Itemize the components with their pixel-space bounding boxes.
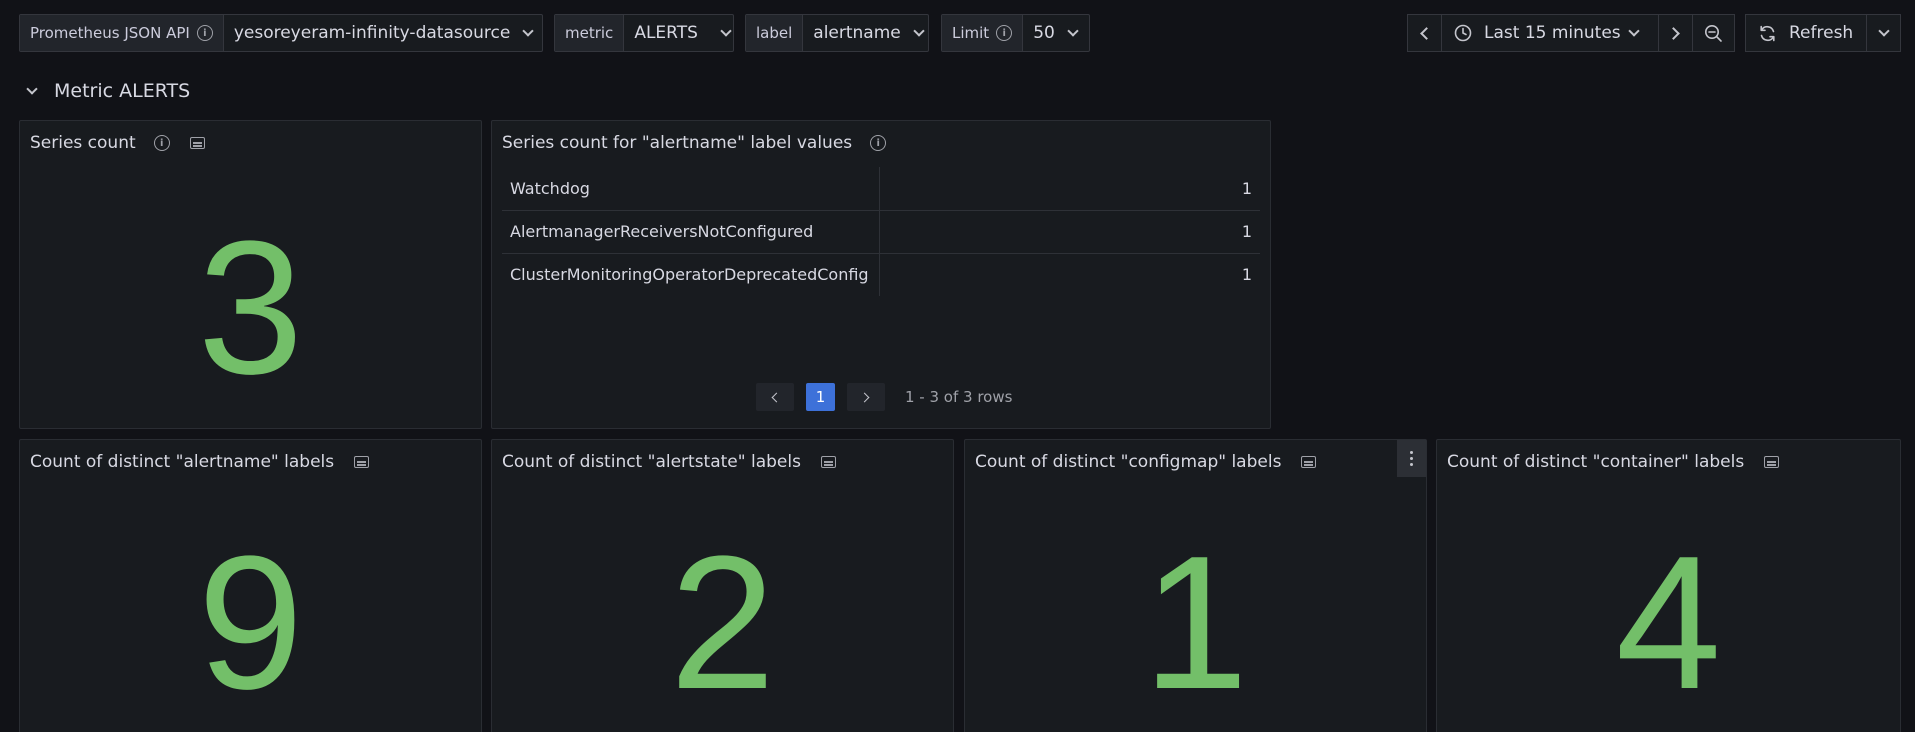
stat-value: 1: [1142, 517, 1249, 729]
chevron-down-icon: [1067, 25, 1079, 37]
document-icon[interactable]: [189, 137, 205, 149]
panel-configmap-count: Count of distinct "configmap" labels 1: [964, 439, 1427, 732]
pagination: 1 1 - 3 of 3 rows: [756, 383, 1012, 411]
chevron-left-icon: [771, 392, 782, 402]
zoom-out-button[interactable]: [1692, 14, 1735, 52]
panel-title: Count of distinct "alertstate" labels: [502, 452, 836, 472]
variable-limit-select[interactable]: 50: [1023, 15, 1087, 51]
chevron-down-icon: [913, 25, 925, 37]
table-cell-count: 1: [879, 210, 1260, 254]
refresh-interval-dropdown[interactable]: [1866, 14, 1901, 52]
chevron-right-icon: [1667, 26, 1680, 40]
info-icon[interactable]: i: [870, 135, 887, 151]
panel-title: Series count for "alertname" label value…: [502, 133, 887, 153]
refresh-button[interactable]: Refresh: [1745, 14, 1867, 52]
info-icon[interactable]: i: [196, 25, 213, 41]
document-icon[interactable]: [1301, 456, 1317, 468]
document-icon[interactable]: [820, 456, 836, 468]
info-icon[interactable]: i: [996, 25, 1013, 41]
chevron-down-icon: [1628, 25, 1640, 37]
table-cell-count: 1: [1241, 265, 1252, 285]
page-button-current[interactable]: 1: [806, 383, 835, 411]
row-header[interactable]: Metric ALERTS: [26, 80, 191, 102]
panel-alertstate-count: Count of distinct "alertstate" labels 2: [491, 439, 954, 732]
variable-limit: Limit i 50: [941, 14, 1090, 52]
pagination-summary: 1 - 3 of 3 rows: [905, 388, 1013, 406]
menu-dot: [1410, 451, 1413, 454]
stat-value: 4: [1615, 517, 1722, 729]
table-cell-name: Watchdog: [502, 167, 880, 211]
table-row[interactable]: ClusterMonitoringOperatorDeprecatedConfi…: [502, 253, 1260, 296]
variable-metric-label: metric: [555, 15, 625, 51]
panel-menu-button[interactable]: [1397, 440, 1426, 477]
chevron-down-icon: [522, 25, 534, 37]
chevron-down-icon: [720, 25, 732, 37]
chevron-down-icon: [1877, 25, 1890, 37]
panel-title: Series count i: [30, 133, 205, 153]
clock-icon: [1454, 24, 1472, 42]
table-cell-name: AlertmanagerReceiversNotConfigured: [502, 210, 880, 254]
panel-container-count: Count of distinct "container" labels 4: [1436, 439, 1901, 732]
variable-datasource-select[interactable]: yesoreyeram-infinity-datasource: [224, 15, 542, 51]
panel-title: Count of distinct "container" labels: [1447, 452, 1780, 472]
label-values-table: Watchdog 1 AlertmanagerReceiversNotConfi…: [502, 167, 1260, 296]
stat-value: 3: [197, 202, 304, 414]
panel-label-values: Series count for "alertname" label value…: [491, 120, 1271, 429]
refresh-icon: [1760, 25, 1775, 41]
time-range-picker[interactable]: Last 15 minutes: [1441, 14, 1659, 52]
zoom-out-icon: [1705, 24, 1722, 42]
menu-dot: [1410, 463, 1413, 466]
variable-label-select[interactable]: alertname: [803, 15, 932, 51]
panel-title: Count of distinct "configmap" labels: [975, 452, 1317, 472]
time-shift-forward-button[interactable]: [1658, 14, 1693, 52]
table-row[interactable]: Watchdog 1: [502, 167, 1260, 211]
stat-value: 9: [197, 517, 304, 729]
variable-metric-select[interactable]: ALERTS: [624, 15, 740, 51]
table-cell-name: ClusterMonitoringOperatorDeprecatedConfi…: [502, 253, 880, 296]
info-icon[interactable]: i: [153, 135, 170, 151]
panel-title: Count of distinct "alertname" labels: [30, 452, 370, 472]
variable-datasource: Prometheus JSON API i yesoreyeram-infini…: [19, 14, 543, 52]
chevron-left-icon: [1420, 26, 1433, 40]
document-icon[interactable]: [354, 456, 370, 468]
table-row[interactable]: AlertmanagerReceiversNotConfigured 1: [502, 210, 1260, 254]
chevron-down-icon: [26, 83, 38, 95]
table-cell-count: 1: [879, 167, 1260, 211]
variable-label-label: label: [746, 15, 804, 51]
chevron-right-icon: [859, 392, 870, 402]
time-shift-back-button[interactable]: [1407, 14, 1442, 52]
menu-dot: [1410, 457, 1413, 460]
document-icon[interactable]: [1764, 456, 1780, 468]
row-title: Metric ALERTS: [54, 80, 191, 102]
variable-label: label alertname: [745, 14, 929, 52]
variable-limit-label: Limit i: [942, 15, 1024, 51]
variable-datasource-label: Prometheus JSON API i: [20, 15, 224, 51]
prev-page-button[interactable]: [756, 383, 794, 411]
stat-value: 2: [669, 517, 776, 729]
next-page-button[interactable]: [847, 383, 885, 411]
panel-alertname-count: Count of distinct "alertname" labels 9: [19, 439, 482, 732]
variable-metric: metric ALERTS: [554, 14, 734, 52]
panel-series-count: Series count i 3: [19, 120, 482, 429]
